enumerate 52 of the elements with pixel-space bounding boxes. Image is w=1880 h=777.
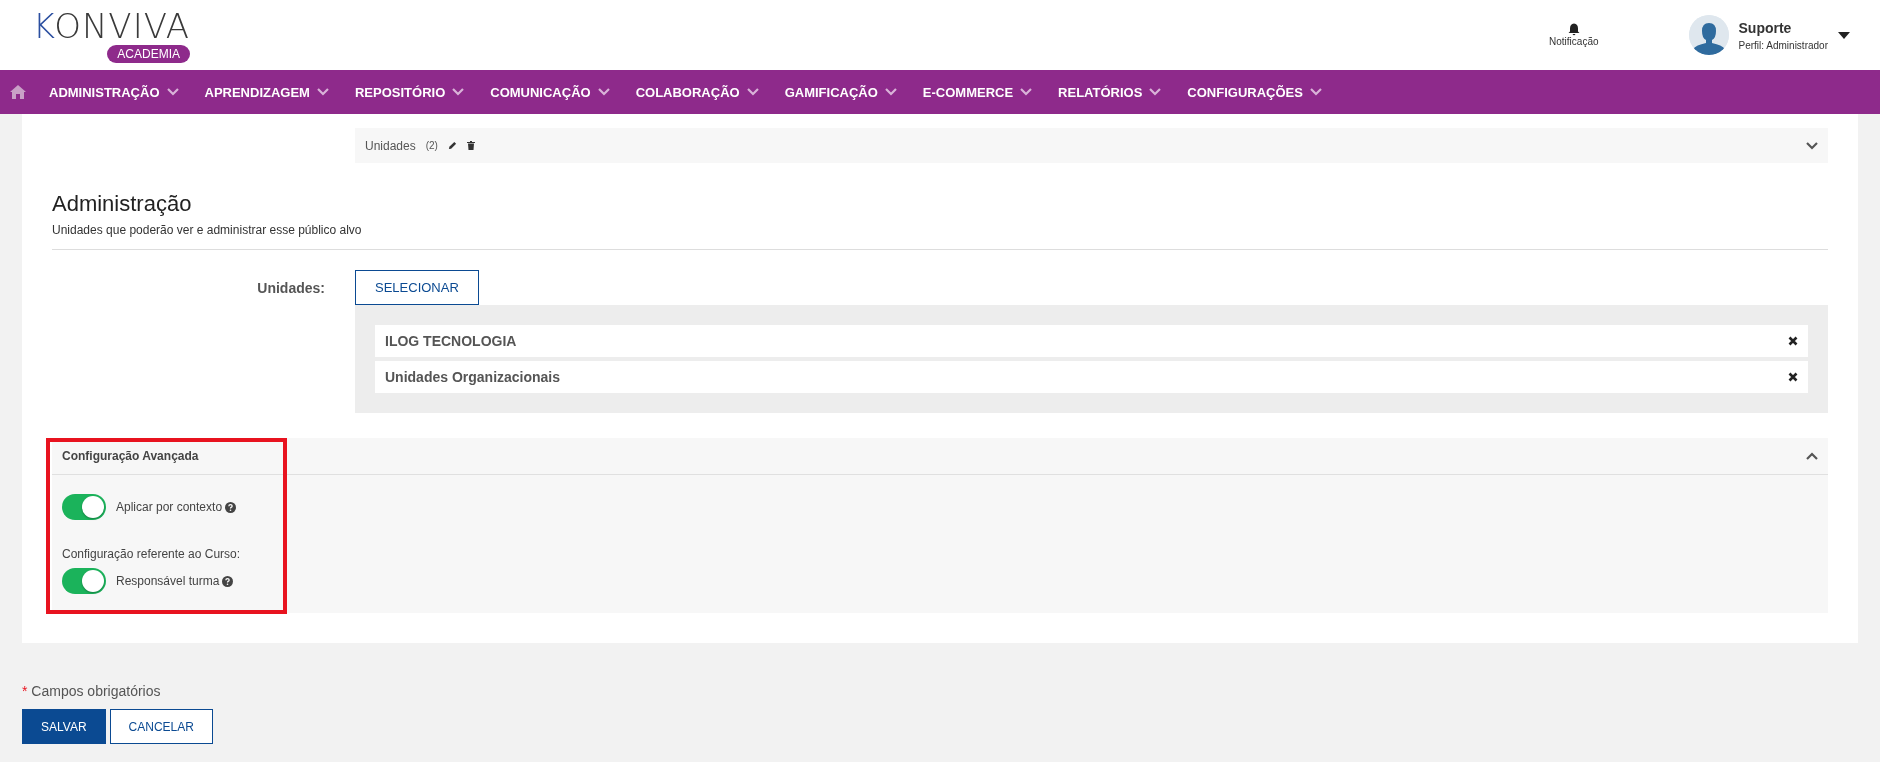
home-icon[interactable] bbox=[10, 85, 26, 99]
unit-name: ILOG TECNOLOGIA bbox=[385, 333, 517, 349]
unit-name: Unidades Organizacionais bbox=[385, 369, 561, 385]
advanced-header[interactable]: Configuração Avançada bbox=[52, 438, 1828, 475]
chevron-icon bbox=[316, 88, 329, 96]
logo-wordmark: KONVIVA bbox=[32, 7, 190, 44]
advanced-title: Configuração Avançada bbox=[62, 449, 199, 463]
nav-menu-item[interactable]: COLABORAÇÃO bbox=[622, 70, 772, 114]
nav-menu-item[interactable]: ADMINISTRAÇÃO bbox=[36, 70, 192, 114]
chevron-icon bbox=[1149, 88, 1162, 96]
notification-label[interactable]: Notificação bbox=[1549, 36, 1599, 47]
nav-menu-item[interactable]: REPOSITÓRIO bbox=[341, 70, 478, 114]
save-button[interactable]: SALVAR bbox=[22, 709, 106, 744]
setting-heading: Configuração referente ao Curso: bbox=[62, 547, 242, 561]
close-icon[interactable] bbox=[1788, 372, 1798, 382]
section-subtitle: Unidades que poderão ver e administrar esse público alvo bbox=[52, 223, 363, 237]
select-button[interactable]: SELECIONAR bbox=[355, 270, 479, 305]
chevron-up-icon bbox=[1806, 452, 1818, 460]
nav-menu-item[interactable]: E-COMMERCE bbox=[909, 70, 1046, 114]
cancel-button[interactable]: CANCELAR bbox=[109, 709, 213, 744]
nav-menu-item[interactable]: CONFIGURAÇÕES bbox=[1174, 70, 1335, 114]
close-icon[interactable] bbox=[1788, 336, 1798, 346]
nav-menu-item[interactable]: COMUNICAÇÃO bbox=[477, 70, 623, 114]
chevron-icon bbox=[746, 88, 759, 96]
help-icon[interactable] bbox=[225, 501, 237, 513]
chevron-icon bbox=[1020, 88, 1033, 96]
trash-icon[interactable] bbox=[466, 141, 475, 150]
summary-label: Unidades bbox=[365, 138, 416, 153]
pencil-icon[interactable] bbox=[447, 141, 457, 150]
chevron-icon bbox=[166, 88, 179, 96]
help-icon[interactable] bbox=[222, 575, 234, 587]
toggle-label: Responsável turma bbox=[116, 574, 220, 588]
chevron-icon bbox=[1309, 88, 1322, 96]
toggle-switch[interactable] bbox=[62, 494, 106, 520]
toggle-switch[interactable] bbox=[62, 568, 106, 594]
nav-menu-item[interactable]: APRENDIZAGEM bbox=[191, 70, 342, 114]
required-fields-note: * Campos obrigatórios bbox=[22, 683, 162, 699]
field-label: Unidades: bbox=[256, 279, 325, 298]
chevron-icon bbox=[884, 88, 897, 96]
toggle-label: Aplicar por contexto bbox=[116, 500, 223, 514]
dropdown-caret-icon[interactable] bbox=[1838, 31, 1850, 39]
user-name: Suporte bbox=[1738, 19, 1793, 36]
section-title: Administração bbox=[52, 191, 193, 217]
summary-count: (2) bbox=[425, 140, 438, 151]
summary-bar[interactable]: Unidades (2) bbox=[355, 128, 1828, 163]
nav-menu-item[interactable]: RELATÓRIOS bbox=[1045, 70, 1175, 114]
logo-badge: ACADEMIA bbox=[107, 44, 190, 63]
bell-icon[interactable] bbox=[1567, 23, 1580, 36]
nav-menu-item[interactable]: GAMIFICAÇÃO bbox=[771, 70, 910, 114]
chevron-icon bbox=[597, 88, 610, 96]
chevron-icon bbox=[452, 88, 465, 96]
user-profile: Perfil: Administrador bbox=[1738, 39, 1828, 51]
